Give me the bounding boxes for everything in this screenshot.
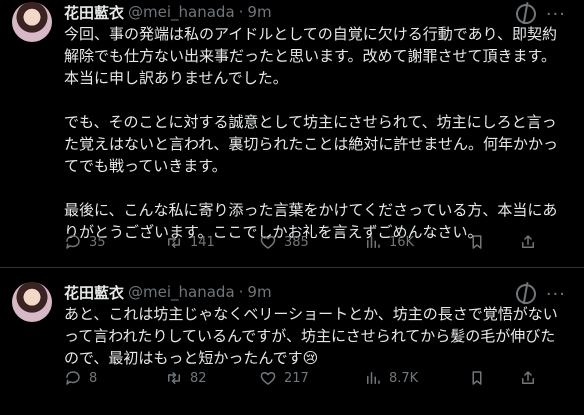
bookmark-icon	[468, 369, 486, 387]
retweet-count: 82	[190, 370, 207, 386]
user-handle[interactable]: @mei_hanada	[128, 3, 235, 21]
tweet-header: 花田藍衣 @mei_hanada · 9m	[64, 282, 568, 302]
reply-button[interactable]: 35	[64, 233, 165, 251]
bookmark-button[interactable]	[468, 233, 519, 251]
separator-dot: ·	[238, 3, 244, 21]
tweet[interactable]: 花田藍衣 @mei_hanada · 9m ··· 今回、事の発端は私のアイドル…	[0, 0, 584, 267]
view-count: 8.7K	[389, 370, 419, 386]
reply-icon	[64, 369, 82, 387]
user-handle[interactable]: @mei_hanada	[128, 283, 235, 301]
views-button[interactable]: 8.7K	[364, 369, 468, 387]
tweet-paragraph: あと、これは坊主じゃなくベリーショートとか、坊主の長さで覚悟がないって言われたり…	[64, 305, 558, 367]
more-options-icon[interactable]: ···	[546, 4, 566, 25]
share-button[interactable]	[519, 233, 537, 251]
tweet-header: 花田藍衣 @mei_hanada · 9m	[64, 2, 568, 22]
tweet-paragraph: 今回、事の発端は私のアイドルとしての自覚に欠ける行動であり、即契約解除でも仕方な…	[64, 25, 558, 87]
more-options-icon[interactable]: ···	[546, 284, 566, 305]
like-count: 217	[284, 370, 309, 386]
timeline: 花田藍衣 @mei_hanada · 9m ··· 今回、事の発端は私のアイドル…	[0, 0, 584, 415]
retweet-button[interactable]: 141	[165, 233, 259, 251]
reply-count: 8	[89, 370, 98, 386]
timestamp[interactable]: 9m	[247, 283, 271, 301]
reply-icon	[64, 233, 82, 251]
tweet-actions: 35 141 385 16K	[64, 233, 574, 251]
heart-icon	[259, 233, 277, 251]
display-name[interactable]: 花田藍衣	[64, 2, 124, 23]
retweet-icon	[165, 233, 183, 251]
reply-button[interactable]: 8	[64, 369, 165, 387]
bookmark-button[interactable]	[468, 369, 519, 387]
reply-count: 35	[89, 234, 106, 250]
tweet-actions: 8 82 217 8.7K	[64, 369, 574, 387]
display-name[interactable]: 花田藍衣	[64, 282, 124, 303]
views-chart-icon	[364, 233, 382, 251]
like-button[interactable]: 385	[259, 233, 364, 251]
tweet-paragraph: でも、そのことに対する誠意として坊主にさせられて、坊主にしろと言った覚えはないと…	[64, 113, 558, 175]
views-button[interactable]: 16K	[364, 233, 468, 251]
bookmark-icon	[468, 233, 486, 251]
views-chart-icon	[364, 369, 382, 387]
share-icon	[519, 369, 537, 387]
avatar[interactable]	[12, 282, 52, 322]
tweet[interactable]: 花田藍衣 @mei_hanada · 9m ··· あと、これは坊主じゃなくベリ…	[0, 268, 584, 415]
heart-icon	[259, 369, 277, 387]
retweet-count: 141	[190, 234, 215, 250]
tweet-text: あと、これは坊主じゃなくベリーショートとか、坊主の長さで覚悟がないって言われたり…	[64, 303, 568, 369]
avatar[interactable]	[12, 2, 52, 42]
timestamp[interactable]: 9m	[247, 3, 271, 21]
like-count: 385	[284, 234, 309, 250]
retweet-icon	[165, 369, 183, 387]
share-icon	[519, 233, 537, 251]
share-button[interactable]	[519, 369, 537, 387]
like-button[interactable]: 217	[259, 369, 364, 387]
retweet-button[interactable]: 82	[165, 369, 259, 387]
tweet-text: 今回、事の発端は私のアイドルとしての自覚に欠ける行動であり、即契約解除でも仕方な…	[64, 23, 568, 243]
separator-dot: ·	[238, 283, 244, 301]
view-count: 16K	[389, 234, 415, 250]
